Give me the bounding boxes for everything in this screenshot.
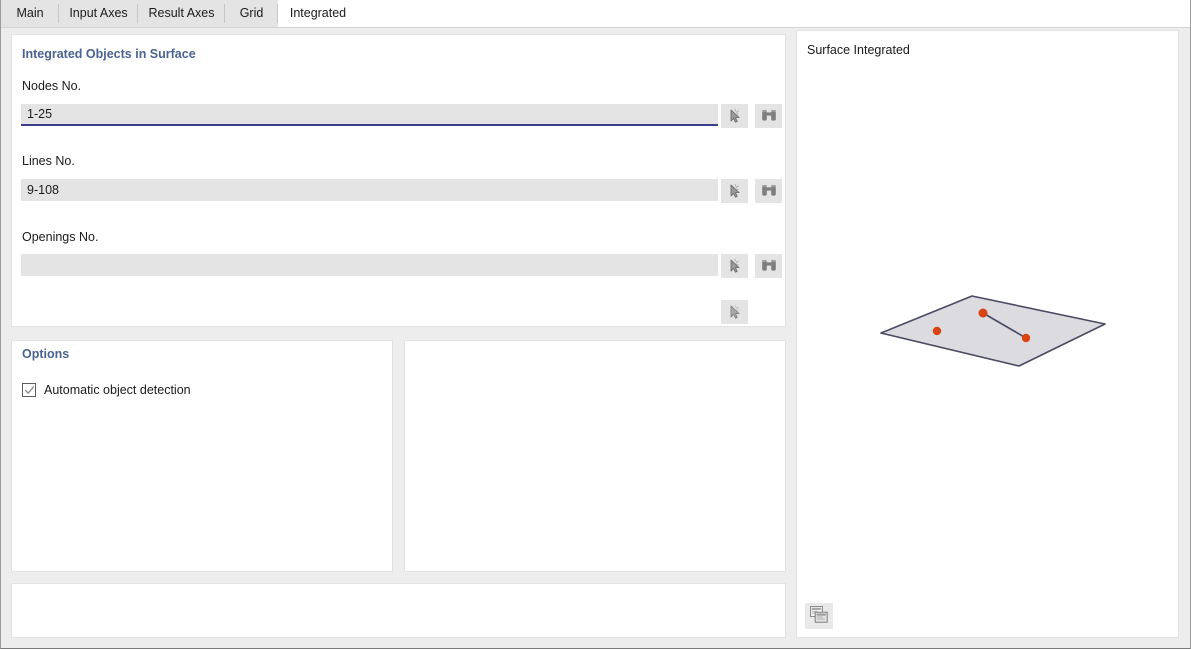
copy-image-button[interactable]	[805, 603, 833, 629]
lines-no-label: Lines No.	[22, 154, 75, 168]
select-all-pick-button[interactable]	[721, 300, 748, 324]
copy-image-icon	[809, 605, 829, 627]
integrated-objects-title: Integrated Objects in Surface	[22, 47, 196, 61]
surface-preview-panel: Surface Integrated	[796, 30, 1179, 638]
surface-node-point	[1022, 334, 1030, 342]
tab-grid-label: Grid	[240, 6, 264, 20]
lines-pick-button[interactable]	[721, 179, 748, 203]
checkmark-icon	[24, 385, 35, 396]
surface-node-point	[979, 309, 988, 318]
automatic-object-detection-label: Automatic object detection	[44, 383, 191, 397]
surface-3d-render	[798, 61, 1177, 636]
tab-input-axes[interactable]: Input Axes	[59, 0, 138, 27]
options-title: Options	[22, 347, 69, 361]
tab-main[interactable]: Main	[1, 0, 59, 27]
binoculars-icon	[760, 257, 778, 275]
auxiliary-panel	[404, 340, 786, 572]
surface-3d-viewport[interactable]	[798, 61, 1177, 636]
binoculars-icon	[760, 107, 778, 125]
pick-cursor-icon	[726, 257, 744, 275]
nodes-no-label: Nodes No.	[22, 79, 81, 93]
options-panel: Options Automatic object detection	[11, 340, 393, 572]
tab-grid[interactable]: Grid	[225, 0, 278, 27]
openings-find-button[interactable]	[755, 254, 782, 278]
tab-input-axes-label: Input Axes	[69, 6, 127, 20]
lines-find-button[interactable]	[755, 179, 782, 203]
tab-integrated-label: Integrated	[290, 6, 346, 20]
nodes-no-input[interactable]	[21, 104, 718, 126]
surface-preview-title: Surface Integrated	[807, 43, 910, 57]
footer-panel	[11, 583, 786, 638]
tab-result-axes[interactable]: Result Axes	[138, 0, 225, 27]
lines-no-input[interactable]	[21, 179, 718, 201]
openings-no-label: Openings No.	[22, 230, 98, 244]
surface-polygon	[881, 296, 1105, 366]
tab-main-label: Main	[16, 6, 43, 20]
surface-node-point	[933, 327, 941, 335]
nodes-find-button[interactable]	[755, 104, 782, 128]
integrated-objects-panel: Integrated Objects in Surface Nodes No.	[11, 34, 786, 327]
openings-pick-button[interactable]	[721, 254, 748, 278]
pick-cursor-icon	[726, 107, 744, 125]
openings-no-input[interactable]	[21, 254, 718, 276]
tab-bar: Main Input Axes Result Axes Grid Integra…	[1, 0, 1190, 28]
pick-cursor-icon	[726, 303, 744, 321]
tab-result-axes-label: Result Axes	[148, 6, 214, 20]
automatic-object-detection-row[interactable]: Automatic object detection	[22, 383, 191, 397]
application-window: Main Input Axes Result Axes Grid Integra…	[0, 0, 1191, 649]
pick-cursor-icon	[726, 182, 744, 200]
tab-integrated[interactable]: Integrated	[278, 0, 358, 27]
nodes-pick-button[interactable]	[721, 104, 748, 128]
binoculars-icon	[760, 182, 778, 200]
automatic-object-detection-checkbox[interactable]	[22, 383, 36, 397]
